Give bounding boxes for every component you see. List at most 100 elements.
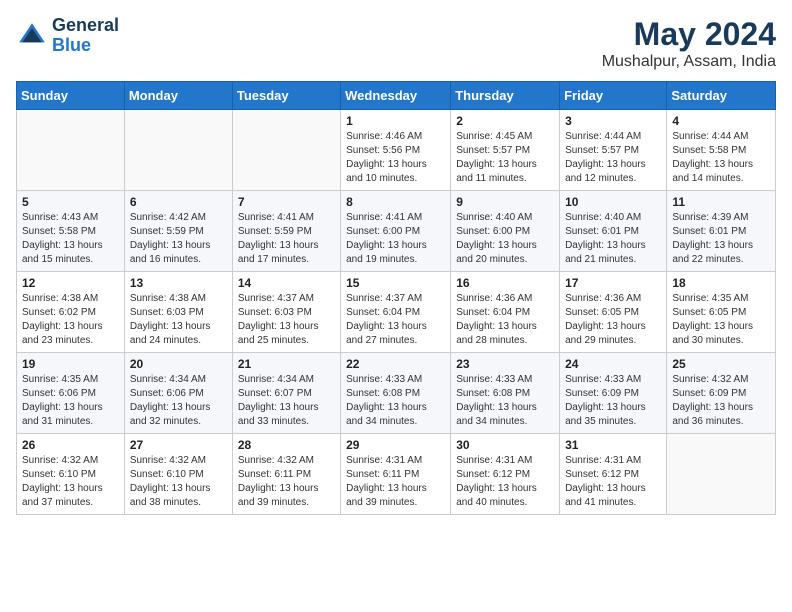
day-number: 18 [672, 276, 770, 290]
day-info: Sunrise: 4:32 AM Sunset: 6:11 PM Dayligh… [238, 454, 335, 510]
day-number: 12 [22, 276, 119, 290]
day-number: 6 [130, 195, 227, 209]
day-number: 22 [346, 357, 445, 371]
calendar-cell: 30Sunrise: 4:31 AM Sunset: 6:12 PM Dayli… [451, 434, 560, 515]
calendar-cell: 29 Sunrise: 4:31 AM Sunset: 6:11 PM Dayli… [341, 434, 451, 515]
calendar-cell: 18 Sunrise: 4:35 AM Sunset: 6:05 PM Dayli… [667, 272, 776, 353]
calendar-week-row: 12Sunrise: 4:38 AM Sunset: 6:02 PM Dayli… [17, 272, 776, 353]
weekday-header: Tuesday [232, 82, 340, 110]
day-info: Sunrise: 4:31 AM Sunset: 6:12 PM Dayligh… [456, 454, 554, 510]
title-block: May 2024 Mushalpur, Assam, India [602, 16, 776, 71]
day-number: 2 [456, 114, 554, 128]
day-number: 9 [456, 195, 554, 209]
calendar-table: SundayMondayTuesdayWednesdayThursdayFrid… [16, 81, 776, 515]
day-info: Sunrise: 4:38 AM Sunset: 6:03 PM Dayligh… [130, 292, 227, 348]
calendar-cell: 1Sunrise: 4:46 AM Sunset: 5:56 PM Daylig… [341, 110, 451, 191]
day-info: Sunrise: 4:40 AM Sunset: 6:00 PM Dayligh… [456, 211, 554, 267]
calendar-cell: 9 Sunrise: 4:40 AM Sunset: 6:00 PM Daylig… [451, 191, 560, 272]
weekday-header: Sunday [17, 82, 125, 110]
calendar-week-row: 5 Sunrise: 4:43 AM Sunset: 5:58 PM Daylig… [17, 191, 776, 272]
day-info: Sunrise: 4:46 AM Sunset: 5:56 PM Dayligh… [346, 130, 445, 186]
logo: General Blue [16, 16, 119, 56]
calendar-body: 1Sunrise: 4:46 AM Sunset: 5:56 PM Daylig… [17, 110, 776, 515]
weekday-header: Wednesday [341, 82, 451, 110]
day-number: 17 [565, 276, 661, 290]
day-info: Sunrise: 4:41 AM Sunset: 6:00 PM Dayligh… [346, 211, 445, 267]
day-number: 19 [22, 357, 119, 371]
calendar-cell: 5 Sunrise: 4:43 AM Sunset: 5:58 PM Daylig… [17, 191, 125, 272]
day-number: 28 [238, 438, 335, 452]
day-number: 5 [22, 195, 119, 209]
weekday-header: Monday [124, 82, 232, 110]
day-info: Sunrise: 4:36 AM Sunset: 6:05 PM Dayligh… [565, 292, 661, 348]
calendar-week-row: 19 Sunrise: 4:35 AM Sunset: 6:06 PM Dayli… [17, 353, 776, 434]
calendar-cell: 21 Sunrise: 4:34 AM Sunset: 6:07 PM Dayli… [232, 353, 340, 434]
calendar-cell: 28 Sunrise: 4:32 AM Sunset: 6:11 PM Dayli… [232, 434, 340, 515]
weekday-header: Saturday [667, 82, 776, 110]
day-info: Sunrise: 4:36 AM Sunset: 6:04 PM Dayligh… [456, 292, 554, 348]
day-number: 21 [238, 357, 335, 371]
weekday-header-row: SundayMondayTuesdayWednesdayThursdayFrid… [17, 82, 776, 110]
calendar-cell: 7Sunrise: 4:41 AM Sunset: 5:59 PM Daylig… [232, 191, 340, 272]
day-number: 3 [565, 114, 661, 128]
calendar-cell: 31Sunrise: 4:31 AM Sunset: 6:12 PM Dayli… [560, 434, 667, 515]
calendar-cell: 22 Sunrise: 4:33 AM Sunset: 6:08 PM Dayli… [341, 353, 451, 434]
day-number: 25 [672, 357, 770, 371]
logo-icon [16, 20, 48, 52]
calendar-subtitle: Mushalpur, Assam, India [602, 53, 776, 71]
day-info: Sunrise: 4:31 AM Sunset: 6:12 PM Dayligh… [565, 454, 661, 510]
calendar-cell [667, 434, 776, 515]
calendar-cell: 14Sunrise: 4:37 AM Sunset: 6:03 PM Dayli… [232, 272, 340, 353]
day-number: 8 [346, 195, 445, 209]
day-info: Sunrise: 4:37 AM Sunset: 6:04 PM Dayligh… [346, 292, 445, 348]
calendar-cell: 4 Sunrise: 4:44 AM Sunset: 5:58 PM Daylig… [667, 110, 776, 191]
calendar-cell: 19 Sunrise: 4:35 AM Sunset: 6:06 PM Dayli… [17, 353, 125, 434]
day-number: 29 [346, 438, 445, 452]
day-info: Sunrise: 4:44 AM Sunset: 5:58 PM Dayligh… [672, 130, 770, 186]
day-info: Sunrise: 4:34 AM Sunset: 6:06 PM Dayligh… [130, 373, 227, 429]
page-header: General Blue May 2024 Mushalpur, Assam, … [16, 16, 776, 71]
calendar-cell: 12Sunrise: 4:38 AM Sunset: 6:02 PM Dayli… [17, 272, 125, 353]
day-info: Sunrise: 4:33 AM Sunset: 6:08 PM Dayligh… [456, 373, 554, 429]
day-info: Sunrise: 4:44 AM Sunset: 5:57 PM Dayligh… [565, 130, 661, 186]
calendar-cell: 25 Sunrise: 4:32 AM Sunset: 6:09 PM Dayli… [667, 353, 776, 434]
day-info: Sunrise: 4:33 AM Sunset: 6:08 PM Dayligh… [346, 373, 445, 429]
day-info: Sunrise: 4:43 AM Sunset: 5:58 PM Dayligh… [22, 211, 119, 267]
day-info: Sunrise: 4:41 AM Sunset: 5:59 PM Dayligh… [238, 211, 335, 267]
calendar-header: SundayMondayTuesdayWednesdayThursdayFrid… [17, 82, 776, 110]
day-number: 26 [22, 438, 119, 452]
calendar-cell [17, 110, 125, 191]
weekday-header: Friday [560, 82, 667, 110]
day-number: 20 [130, 357, 227, 371]
day-info: Sunrise: 4:34 AM Sunset: 6:07 PM Dayligh… [238, 373, 335, 429]
day-number: 27 [130, 438, 227, 452]
calendar-week-row: 1Sunrise: 4:46 AM Sunset: 5:56 PM Daylig… [17, 110, 776, 191]
day-info: Sunrise: 4:35 AM Sunset: 6:05 PM Dayligh… [672, 292, 770, 348]
calendar-cell: 16 Sunrise: 4:36 AM Sunset: 6:04 PM Dayli… [451, 272, 560, 353]
day-info: Sunrise: 4:32 AM Sunset: 6:09 PM Dayligh… [672, 373, 770, 429]
day-info: Sunrise: 4:39 AM Sunset: 6:01 PM Dayligh… [672, 211, 770, 267]
calendar-cell: 15Sunrise: 4:37 AM Sunset: 6:04 PM Dayli… [341, 272, 451, 353]
day-info: Sunrise: 4:45 AM Sunset: 5:57 PM Dayligh… [456, 130, 554, 186]
weekday-header: Thursday [451, 82, 560, 110]
day-info: Sunrise: 4:32 AM Sunset: 6:10 PM Dayligh… [130, 454, 227, 510]
calendar-cell: 3 Sunrise: 4:44 AM Sunset: 5:57 PM Daylig… [560, 110, 667, 191]
calendar-cell: 23Sunrise: 4:33 AM Sunset: 6:08 PM Dayli… [451, 353, 560, 434]
day-number: 10 [565, 195, 661, 209]
day-info: Sunrise: 4:35 AM Sunset: 6:06 PM Dayligh… [22, 373, 119, 429]
day-number: 16 [456, 276, 554, 290]
calendar-cell: 11 Sunrise: 4:39 AM Sunset: 6:01 PM Dayli… [667, 191, 776, 272]
day-info: Sunrise: 4:33 AM Sunset: 6:09 PM Dayligh… [565, 373, 661, 429]
day-number: 4 [672, 114, 770, 128]
day-number: 11 [672, 195, 770, 209]
day-info: Sunrise: 4:40 AM Sunset: 6:01 PM Dayligh… [565, 211, 661, 267]
calendar-cell: 20 Sunrise: 4:34 AM Sunset: 6:06 PM Dayli… [124, 353, 232, 434]
calendar-week-row: 26 Sunrise: 4:32 AM Sunset: 6:10 PM Dayli… [17, 434, 776, 515]
calendar-cell: 10 Sunrise: 4:40 AM Sunset: 6:01 PM Dayli… [560, 191, 667, 272]
day-info: Sunrise: 4:32 AM Sunset: 6:10 PM Dayligh… [22, 454, 119, 510]
day-number: 24 [565, 357, 661, 371]
calendar-cell: 17 Sunrise: 4:36 AM Sunset: 6:05 PM Dayli… [560, 272, 667, 353]
day-info: Sunrise: 4:31 AM Sunset: 6:11 PM Dayligh… [346, 454, 445, 510]
calendar-cell: 6Sunrise: 4:42 AM Sunset: 5:59 PM Daylig… [124, 191, 232, 272]
calendar-cell [124, 110, 232, 191]
